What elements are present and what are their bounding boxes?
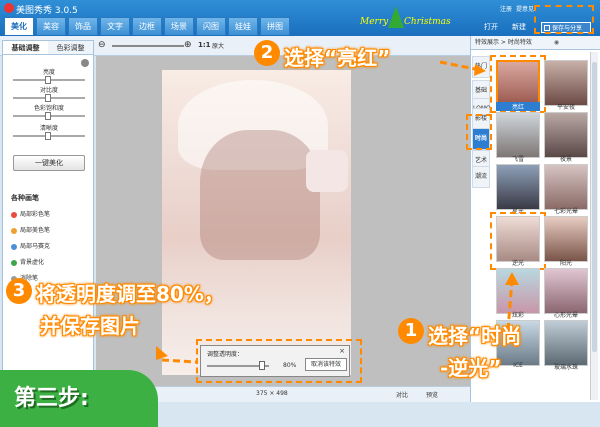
step-banner-text: 第三步: <box>14 386 89 411</box>
step1-callout-line2: -逆光” <box>440 356 502 380</box>
step2-callout: 选择“亮红” <box>284 46 391 70</box>
arrow-step3-head <box>156 346 168 360</box>
app-window: 美图秀秀 3.0.5 美化 美容 饰品 文字 边框 场景 闪图 娃娃 拼图 Me… <box>0 0 600 427</box>
step3-badge: 3 <box>6 278 32 304</box>
step3-callout-line1: 将透明度调至80%， <box>36 282 224 306</box>
step1-callout-line1: 选择“时尚 <box>428 324 522 348</box>
arrow-step2-path <box>439 60 481 72</box>
step3-callout-line2: 并保存图片 <box>40 314 140 338</box>
arrow-step3-path <box>161 358 197 364</box>
step1-badge: 1 <box>398 318 424 344</box>
arrow-step1-head <box>505 272 519 285</box>
step2-badge: 2 <box>254 40 280 66</box>
arrow-step2-head <box>474 64 486 76</box>
